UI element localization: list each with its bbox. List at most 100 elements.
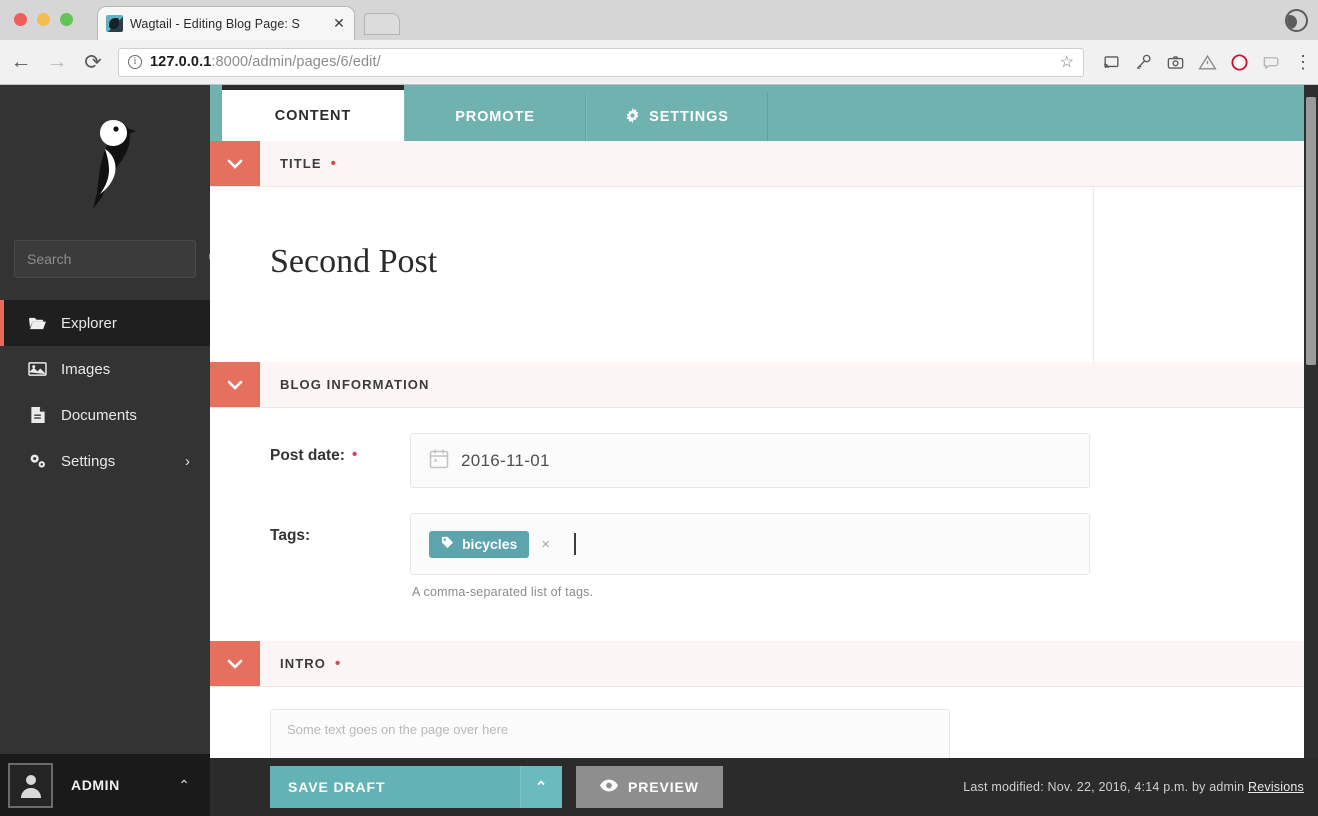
sidebar-item-label: Settings bbox=[61, 452, 116, 470]
sidebar-item-label: Documents bbox=[61, 406, 137, 424]
title-side-panel bbox=[1094, 187, 1304, 362]
post-date-control: 2016-11-01 bbox=[410, 433, 1090, 488]
revisions-link[interactable]: Revisions bbox=[1248, 780, 1304, 794]
save-options-chevron-up-icon[interactable]: ⌃ bbox=[520, 766, 562, 808]
camera-icon[interactable] bbox=[1166, 53, 1185, 72]
user-name-label: ADMIN bbox=[71, 777, 120, 793]
tags-control: bicycles × A comma-separated list of tag… bbox=[410, 513, 1090, 599]
minimize-window-button[interactable] bbox=[37, 13, 50, 26]
document-icon bbox=[28, 406, 47, 425]
tag-chip-label: bicycles bbox=[462, 536, 518, 552]
bookmark-star-icon[interactable]: ☆ bbox=[1060, 52, 1074, 72]
post-date-row: Post date: • 2016-11-01 bbox=[210, 408, 1304, 488]
post-date-input[interactable]: 2016-11-01 bbox=[410, 433, 1090, 488]
page-title-input[interactable] bbox=[270, 243, 1028, 281]
section-header-intro: INTRO • bbox=[210, 641, 1304, 687]
last-modified-status: Last modified: Nov. 22, 2016, 4:14 p.m. … bbox=[963, 780, 1304, 794]
required-indicator: • bbox=[330, 155, 337, 172]
close-tab-icon[interactable]: ✕ bbox=[332, 15, 346, 32]
calendar-icon bbox=[429, 448, 449, 474]
editor-scroll-area: TITLE • BLOG INFORMATION bbox=[210, 141, 1304, 816]
chevron-down-icon[interactable] bbox=[210, 641, 260, 686]
save-draft-label: SAVE DRAFT bbox=[288, 779, 386, 795]
new-tab-button[interactable] bbox=[364, 13, 400, 35]
title-field-row bbox=[210, 187, 1304, 362]
tab-label: CONTENT bbox=[274, 107, 352, 124]
sidebar-item-label: Explorer bbox=[61, 314, 117, 332]
preview-button[interactable]: PREVIEW bbox=[576, 766, 723, 808]
field-label-text: Tags: bbox=[270, 527, 311, 544]
opera-circle-icon[interactable] bbox=[1230, 53, 1249, 72]
tab-promote[interactable]: PROMOTE bbox=[404, 93, 586, 141]
forward-button[interactable]: → bbox=[46, 50, 68, 74]
sidebar-item-settings[interactable]: Settings › bbox=[0, 438, 210, 484]
chevron-right-icon: › bbox=[185, 452, 190, 470]
sidebar-item-documents[interactable]: Documents bbox=[0, 392, 210, 438]
search-input[interactable] bbox=[27, 251, 208, 267]
gear-icon bbox=[625, 107, 640, 127]
editor-tabs: CONTENT PROMOTE SETTINGS bbox=[210, 85, 1318, 141]
browser-tab-title: Wagtail - Editing Blog Page: S bbox=[130, 16, 300, 31]
folder-open-icon bbox=[28, 314, 47, 333]
cogs-icon bbox=[28, 452, 47, 471]
sidebar-search: 🔍 bbox=[0, 240, 225, 278]
reload-button[interactable]: ⟳ bbox=[82, 50, 104, 75]
tab-settings[interactable]: SETTINGS bbox=[586, 93, 768, 141]
section-title: TITLE • bbox=[260, 141, 337, 186]
tags-input[interactable]: bicycles × bbox=[410, 513, 1090, 575]
back-button[interactable]: ← bbox=[10, 50, 32, 74]
eye-icon bbox=[600, 779, 618, 795]
site-info-icon[interactable]: i bbox=[128, 55, 142, 69]
url-path: :8000/admin/pages/6/edit/ bbox=[211, 54, 381, 70]
tag-chip[interactable]: bicycles bbox=[429, 530, 530, 558]
wagtail-admin: 🔍 Explorer Images Documents bbox=[0, 85, 1318, 816]
page-scrollbar-track[interactable] bbox=[1304, 85, 1318, 816]
section-header-title: TITLE • bbox=[210, 141, 1304, 187]
browser-tabstrip: Wagtail - Editing Blog Page: S ✕ bbox=[0, 0, 1318, 40]
warning-triangle-icon[interactable] bbox=[1198, 53, 1217, 72]
sidebar-item-images[interactable]: Images bbox=[0, 346, 210, 392]
chevron-up-icon[interactable]: ⌃ bbox=[178, 777, 190, 794]
chevron-down-icon[interactable] bbox=[210, 141, 260, 186]
kebab-menu-icon[interactable]: ⋮ bbox=[1294, 52, 1312, 73]
field-label-text: Post date: bbox=[270, 447, 345, 464]
sidebar-item-explorer[interactable]: Explorer bbox=[0, 300, 210, 346]
post-date-value: 2016-11-01 bbox=[461, 450, 550, 470]
main-content: CONTENT PROMOTE SETTINGS TITLE • Second … bbox=[210, 85, 1318, 816]
last-modified-text: Last modified: Nov. 22, 2016, 4:14 p.m. … bbox=[963, 780, 1245, 794]
required-indicator: • bbox=[334, 655, 342, 672]
browser-profile-icon[interactable] bbox=[1285, 9, 1308, 32]
speech-bubble-icon[interactable] bbox=[1262, 53, 1281, 72]
window-traffic-lights bbox=[14, 13, 73, 26]
save-draft-button[interactable]: SAVE DRAFT ⌃ bbox=[270, 766, 562, 808]
page-scrollbar-thumb[interactable] bbox=[1306, 97, 1316, 365]
section-title-label: TITLE bbox=[280, 156, 322, 171]
image-icon bbox=[28, 360, 47, 379]
tab-label: SETTINGS bbox=[649, 109, 729, 125]
section-header-blog-information: BLOG INFORMATION bbox=[210, 362, 1304, 408]
address-bar[interactable]: i 127.0.0.1:8000/admin/pages/6/edit/ ☆ bbox=[118, 47, 1084, 77]
tags-row: Tags: bicycles × A comma-separated list … bbox=[210, 488, 1304, 599]
intro-area: Some text goes on the page over here bbox=[210, 687, 1304, 769]
preview-label: PREVIEW bbox=[628, 779, 699, 795]
section-title: INTRO • bbox=[260, 641, 341, 686]
chevron-down-icon[interactable] bbox=[210, 362, 260, 407]
sidebar-nav: Explorer Images Documents Settings › bbox=[0, 300, 210, 484]
sidebar-user-footer[interactable]: ADMIN ⌃ bbox=[0, 754, 210, 816]
browser-omnibar: ← → ⟳ i 127.0.0.1:8000/admin/pages/6/edi… bbox=[0, 40, 1318, 85]
cast-icon[interactable] bbox=[1102, 53, 1121, 72]
key-icon[interactable] bbox=[1134, 53, 1153, 72]
sidebar-logo[interactable] bbox=[0, 85, 210, 240]
tab-content[interactable]: CONTENT bbox=[222, 85, 404, 141]
search-box[interactable]: 🔍 bbox=[14, 240, 225, 278]
required-indicator: • bbox=[351, 446, 358, 463]
remove-tag-icon[interactable]: × bbox=[541, 536, 550, 553]
close-window-button[interactable] bbox=[14, 13, 27, 26]
browser-tab[interactable]: Wagtail - Editing Blog Page: S ✕ bbox=[97, 6, 355, 40]
editor-action-bar: SAVE DRAFT ⌃ PREVIEW Last modified: Nov.… bbox=[210, 758, 1318, 816]
browser-chrome: Wagtail - Editing Blog Page: S ✕ ← → ⟳ i… bbox=[0, 0, 1318, 85]
user-avatar-icon bbox=[8, 762, 53, 808]
maximize-window-button[interactable] bbox=[60, 13, 73, 26]
section-title-label: BLOG INFORMATION bbox=[280, 377, 430, 392]
url-host: 127.0.0.1 bbox=[150, 54, 212, 70]
